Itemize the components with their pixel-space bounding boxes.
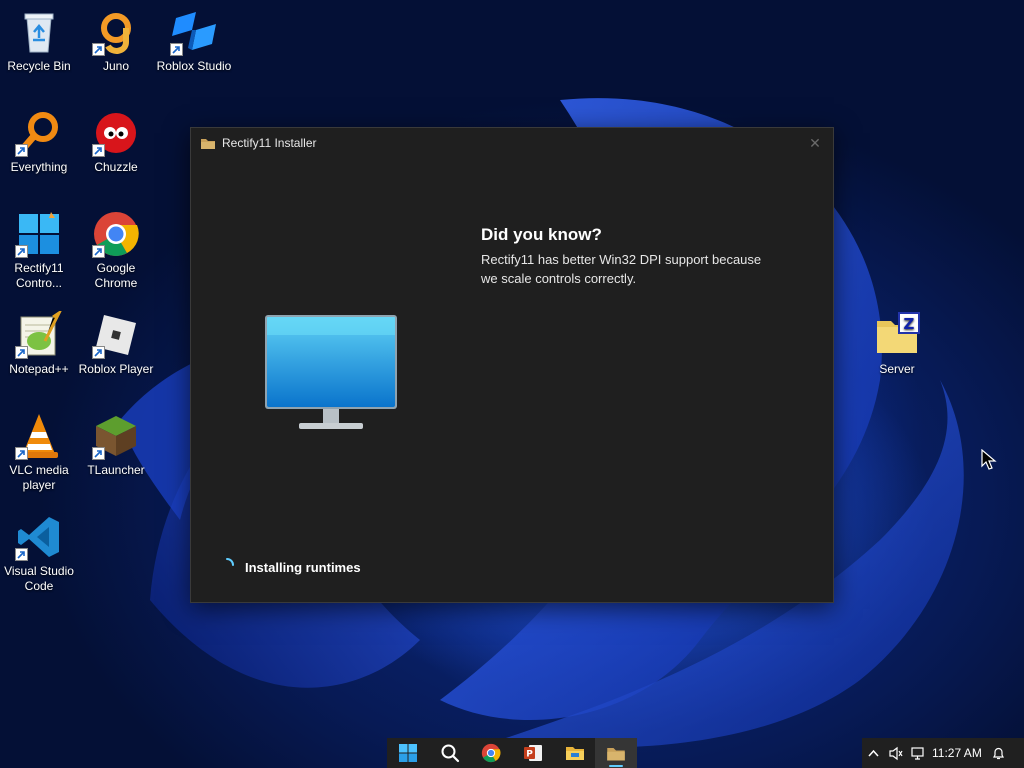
- window-title: Rectify11 Installer: [222, 136, 317, 150]
- desktop-icon-tlauncher[interactable]: TLauncher: [77, 412, 155, 478]
- start-icon: [398, 744, 417, 762]
- tray-volume[interactable]: [884, 738, 906, 768]
- mouse-cursor-icon: [981, 449, 997, 470]
- desktop-icon-label: TLauncher: [87, 463, 145, 477]
- svg-text:Z: Z: [904, 315, 915, 333]
- network-icon: [910, 746, 924, 760]
- desktop-icon-rectify11-control[interactable]: Rectify11 Contro...: [0, 210, 78, 291]
- taskbar: P: [387, 738, 638, 768]
- desktop-icon-vlc[interactable]: VLC media player: [0, 412, 78, 493]
- chrome-icon: [482, 743, 501, 763]
- start-button[interactable]: [387, 738, 429, 768]
- desktop-icon-label: Chuzzle: [94, 160, 138, 174]
- tray-network[interactable]: [906, 738, 928, 768]
- desktop-icon-label: Roblox Player: [78, 362, 154, 376]
- search-icon: [441, 744, 459, 763]
- taskbar-installer[interactable]: [595, 738, 638, 768]
- loading-spinner-icon: [226, 558, 234, 566]
- shortcut-arrow-icon: [92, 144, 105, 157]
- shortcut-arrow-icon: [15, 245, 28, 258]
- desktop-icon-recycle-bin[interactable]: Recycle Bin: [0, 8, 78, 74]
- desktop-icon-label: Server: [879, 362, 915, 376]
- desktop-icon-server[interactable]: Z Server: [858, 311, 936, 377]
- desktop-icon-notepad-plus-plus[interactable]: Notepad++: [0, 311, 78, 377]
- desktop-icon-label: Rectify11 Contro...: [14, 261, 64, 290]
- install-status: Installing runtimes: [245, 560, 361, 575]
- shortcut-arrow-icon: [15, 447, 28, 460]
- recycle-bin-icon: [24, 13, 54, 53]
- desktop-icon-google-chrome[interactable]: Google Chrome: [77, 210, 155, 291]
- shortcut-arrow-icon: [92, 245, 105, 258]
- system-tray: 11:27 AM: [862, 738, 1024, 768]
- tip-heading: Did you know?: [481, 225, 602, 244]
- taskbar-powerpoint[interactable]: P: [512, 738, 554, 768]
- shortcut-arrow-icon: [170, 43, 183, 56]
- desktop-icon-roblox-player[interactable]: Roblox Player: [77, 311, 155, 377]
- tip-body: Rectify11 has better Win32 DPI support b…: [481, 252, 762, 286]
- volume-muted-icon: [888, 746, 903, 760]
- shortcut-arrow-icon: [15, 548, 28, 561]
- desktop-icon-label: Recycle Bin: [7, 59, 71, 73]
- desktop-icon-roblox-studio[interactable]: Roblox Studio: [155, 8, 233, 74]
- installer-icon: [607, 748, 625, 761]
- tray-clock[interactable]: 11:27 AM: [932, 746, 982, 760]
- powerpoint-icon: P: [523, 745, 542, 761]
- file-explorer-icon: [565, 747, 584, 760]
- desktop-icon-label: Notepad++: [9, 362, 69, 376]
- taskbar-file-explorer[interactable]: [554, 738, 596, 768]
- shortcut-arrow-icon: [92, 346, 105, 359]
- server-folder-icon: Z: [877, 312, 920, 353]
- desktop-icon-everything[interactable]: Everything: [0, 109, 78, 175]
- shortcut-arrow-icon: [92, 447, 105, 460]
- desktop-icon-label: Everything: [10, 160, 68, 174]
- shortcut-arrow-icon: [15, 346, 28, 359]
- desktop-icon-label: Juno: [102, 59, 130, 73]
- installer-titlebar[interactable]: Rectify11 Installer: [191, 128, 833, 158]
- installer-icon: [201, 139, 215, 149]
- shortcut-arrow-icon: [92, 43, 105, 56]
- desktop-icon-vscode[interactable]: Visual Studio Code: [0, 513, 78, 594]
- chevron-up-icon: [867, 749, 879, 757]
- search-button[interactable]: [429, 738, 471, 768]
- desktop-icon-label: VLC media player: [9, 463, 69, 492]
- installer-window[interactable]: Rectify11 Installer ✕ Did you know? Rect…: [190, 127, 834, 603]
- desktop-icon-juno[interactable]: Juno: [77, 8, 155, 74]
- desktop-icon-label: Roblox Studio: [156, 59, 232, 73]
- bell-icon: [993, 747, 1005, 759]
- desktop-icon-chuzzle[interactable]: Chuzzle: [77, 109, 155, 175]
- desktop-icon-label: Google Chrome: [94, 261, 138, 290]
- taskbar-chrome[interactable]: [470, 738, 512, 768]
- tray-notifications[interactable]: [988, 738, 1010, 768]
- shortcut-arrow-icon: [15, 144, 28, 157]
- close-button[interactable]: ✕: [805, 133, 825, 153]
- monitor-illustration-icon: [265, 315, 397, 429]
- svg-text:P: P: [526, 750, 533, 760]
- tray-overflow-button[interactable]: [862, 738, 884, 768]
- desktop-icon-label: Visual Studio Code: [4, 564, 74, 593]
